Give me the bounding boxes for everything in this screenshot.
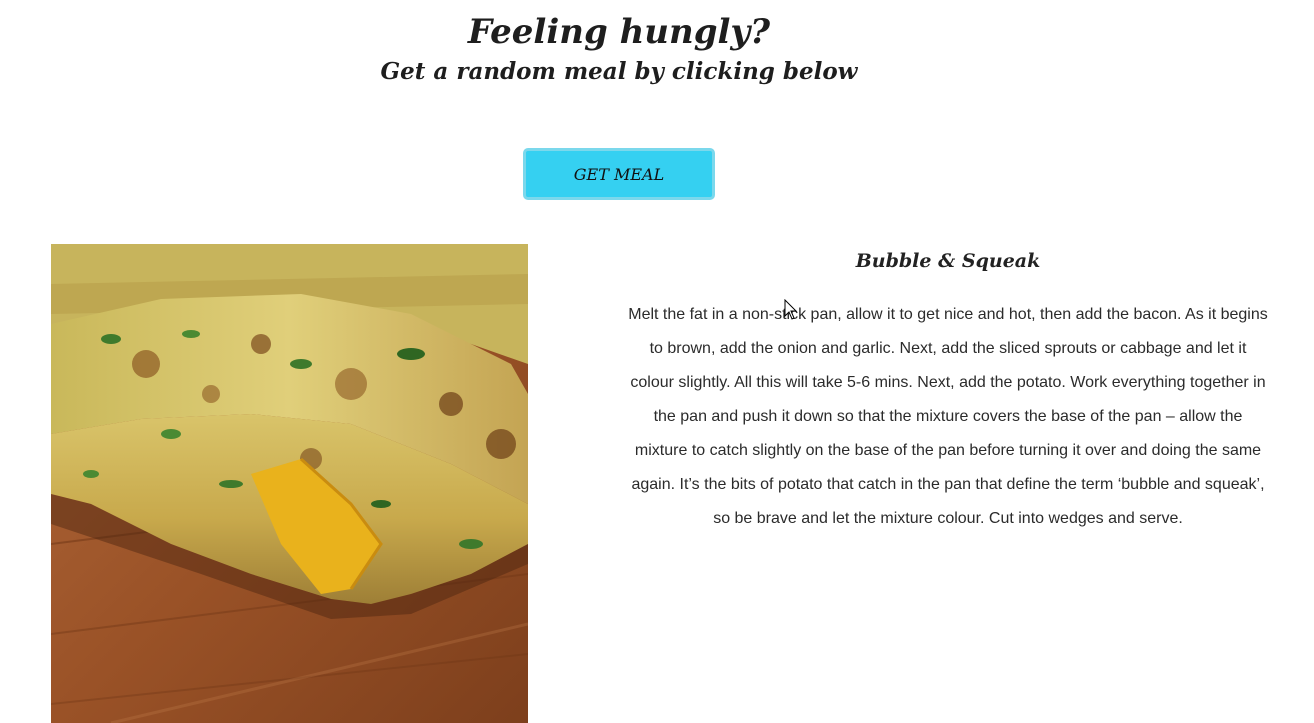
meal-instructions: Melt the fat in a non-stick pan, allow i… xyxy=(628,306,1268,527)
page-header: Feeling hungly? Get a random meal by cli… xyxy=(0,0,1238,87)
meal-details: Bubble & Squeak Melt the fat in a non-st… xyxy=(628,244,1268,536)
meal-name: Bubble & Squeak xyxy=(855,250,1041,272)
meal-image xyxy=(51,244,528,723)
page-subtitle: Get a random meal by clicking below xyxy=(380,58,858,85)
page-title: Feeling hungly? xyxy=(467,12,771,52)
get-meal-button[interactable]: GET MEAL xyxy=(523,148,715,200)
